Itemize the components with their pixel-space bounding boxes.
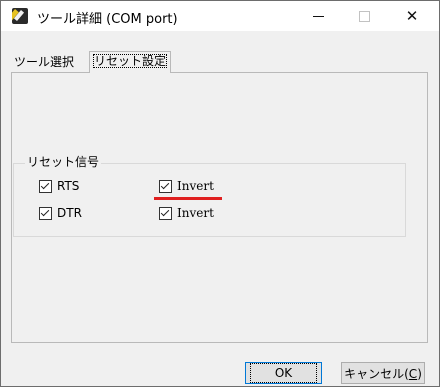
tab-tool-select[interactable]: ツール選択 bbox=[11, 53, 77, 72]
close-button[interactable]: ✕ bbox=[389, 1, 435, 31]
title-bar: ツール詳細 (COM port) ✕ bbox=[1, 1, 439, 31]
annotation-underline bbox=[154, 197, 222, 200]
invert-label: Invert bbox=[177, 179, 214, 193]
dtr-label: DTR bbox=[57, 206, 82, 220]
dtr-checkbox[interactable]: DTR bbox=[39, 205, 82, 221]
dialog-window: ツール詳細 (COM port) ✕ ツール選択 リセット設定 リセット信号 R… bbox=[0, 0, 440, 387]
dtr-invert-checkbox[interactable]: Invert bbox=[159, 205, 214, 221]
close-icon: ✕ bbox=[405, 7, 419, 25]
invert-label: Invert bbox=[177, 206, 214, 220]
rts-invert-checkbox[interactable]: Invert bbox=[159, 178, 214, 194]
app-icon bbox=[12, 8, 28, 24]
reset-signal-group bbox=[13, 163, 406, 237]
checkbox-checked-icon bbox=[159, 206, 172, 220]
minimize-icon bbox=[312, 15, 324, 17]
cancel-label: キャンセル(C) bbox=[344, 366, 422, 381]
ok-label: OK bbox=[249, 363, 318, 383]
minimize-button[interactable] bbox=[295, 1, 341, 31]
rts-label: RTS bbox=[57, 179, 80, 193]
tab-reset-settings[interactable]: リセット設定 bbox=[89, 51, 172, 73]
group-label: リセット信号 bbox=[25, 153, 102, 170]
maximize-button[interactable] bbox=[341, 1, 387, 31]
maximize-icon bbox=[358, 10, 370, 22]
checkbox-checked-icon bbox=[39, 179, 52, 193]
rts-checkbox[interactable]: RTS bbox=[39, 178, 79, 194]
window-title: ツール詳細 (COM port) bbox=[37, 12, 178, 27]
tab-label: ツール選択 bbox=[14, 55, 75, 69]
cancel-button[interactable]: キャンセル(C) bbox=[341, 362, 425, 384]
tab-label: リセット設定 bbox=[93, 54, 168, 68]
checkbox-checked-icon bbox=[39, 206, 52, 220]
ok-button[interactable]: OK bbox=[245, 362, 322, 384]
checkbox-checked-icon bbox=[159, 179, 172, 193]
